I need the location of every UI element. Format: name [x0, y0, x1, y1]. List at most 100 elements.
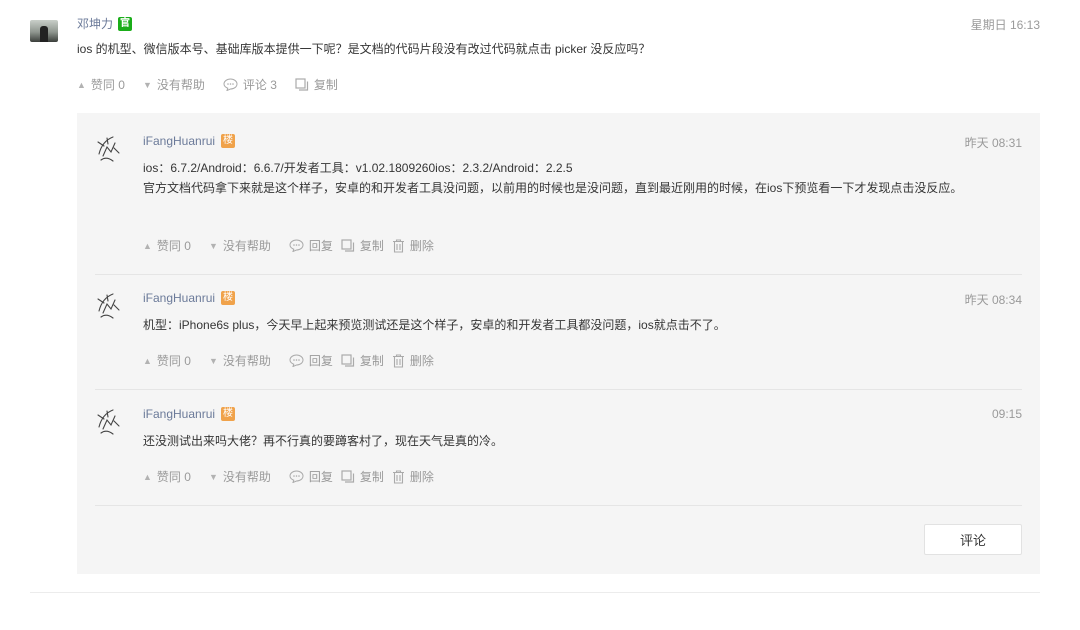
reply-content: 机型：iPhone6s plus，今天早上起来预览测试还是这个样子，安卓的和开发…: [143, 315, 1021, 335]
reply-time: 昨天 08:31: [964, 136, 1022, 150]
reply-content: ios：6.7.2/Android：6.6.7/开发者工具：v1.02.1809…: [143, 158, 1021, 198]
chat-bubble-icon: [289, 354, 304, 367]
copy-label: 复制: [359, 354, 384, 368]
next-post-avatar: [33, 624, 81, 630]
downvote-label: 没有帮助: [222, 239, 271, 253]
copy-icon: [341, 239, 355, 252]
copy-label: 复制: [359, 470, 384, 484]
downvote-button[interactable]: ▼ 没有帮助: [209, 468, 271, 485]
delete-button[interactable]: 删除: [392, 237, 434, 254]
reply-button[interactable]: 回复: [289, 352, 333, 369]
upvote-label: 赞同 0: [156, 239, 191, 253]
post-content: ios 的机型、微信版本号、基础库版本提供一下呢？是文档的代码片段没有改过代码就…: [77, 42, 651, 56]
post-actions: ▲ 赞同 0 ▼ 没有帮助 评论 3 复制: [77, 76, 356, 93]
reply-time: 昨天 08:34: [964, 293, 1022, 307]
triangle-down-icon: ▼: [208, 471, 218, 482]
comment-submit-button[interactable]: 评论: [924, 524, 1022, 555]
copy-icon: [341, 470, 355, 483]
reply-item: iFangHuanrui 楼 昨天 08:34 机型：iPhone6s plus…: [95, 291, 1022, 391]
delete-label: 删除: [409, 470, 434, 484]
copy-label: 复制: [359, 239, 384, 253]
reply-author-line: iFangHuanrui 楼: [143, 134, 236, 148]
reply-content-line: 官方文档代码拿下来就是这个样子，安卓的和开发者工具没问题，以前用的时候也是没问题…: [143, 181, 963, 195]
upvote-label: 赞同 0: [156, 470, 191, 484]
floor-owner-badge: 楼: [221, 134, 236, 148]
reply-label: 回复: [308, 239, 333, 253]
reply-content: 还没测试出来吗大佬？再不行真的要蹲客村了，现在天气是真的冷。: [143, 431, 1021, 451]
triangle-down-icon: ▼: [142, 79, 152, 90]
triangle-up-icon: ▲: [143, 240, 152, 251]
comment-toggle-button[interactable]: 评论 3: [223, 76, 277, 93]
upvote-button[interactable]: ▲ 赞同 0: [143, 468, 191, 485]
reply-divider: [95, 505, 1022, 506]
reply-actions: ▲ 赞同 0 ▼ 没有帮助 回复 复制 删除: [143, 468, 452, 485]
post-time: 星期日 16:13: [970, 18, 1040, 32]
upvote-label: 赞同 0: [156, 354, 191, 368]
chat-bubble-icon: [289, 239, 304, 252]
reply-actions: ▲ 赞同 0 ▼ 没有帮助 回复 复制 删除: [143, 352, 452, 369]
reply-time: 09:15: [991, 407, 1022, 421]
reply-content-line: 机型：iPhone6s plus，今天早上起来预览测试还是这个样子，安卓的和开发…: [143, 318, 726, 332]
post-author-line: 邓坤力 官: [77, 15, 133, 32]
chat-bubble-icon: [223, 78, 238, 91]
floor-owner-badge: 楼: [221, 407, 236, 421]
reply-label: 回复: [308, 470, 333, 484]
copy-icon: [295, 78, 309, 91]
post-card: 邓坤力 官 星期日 16:13 ios 的机型、微信版本号、基础库版本提供一下呢…: [0, 0, 1080, 630]
reply-author-name[interactable]: iFangHuanrui: [143, 407, 215, 421]
reply-avatar[interactable]: [95, 291, 123, 319]
copy-icon: [341, 354, 355, 367]
chat-bubble-icon: [289, 470, 304, 483]
reply-button[interactable]: 回复: [289, 468, 333, 485]
upvote-label: 赞同 0: [90, 78, 125, 92]
reply-content-line: ios：6.7.2/Android：6.6.7/开发者工具：v1.02.1809…: [143, 161, 573, 175]
reply-avatar[interactable]: [95, 407, 123, 435]
reply-author-name[interactable]: iFangHuanrui: [143, 291, 215, 305]
delete-button[interactable]: 删除: [392, 352, 434, 369]
downvote-label: 没有帮助: [222, 470, 271, 484]
copy-label: 复制: [313, 78, 338, 92]
copy-button[interactable]: 复制: [341, 237, 384, 254]
comment-panel: iFangHuanrui 楼 昨天 08:31 ios：6.7.2/Androi…: [77, 113, 1040, 574]
post-author-name[interactable]: 邓坤力: [77, 15, 113, 32]
triangle-down-icon: ▼: [208, 355, 218, 366]
reply-item: iFangHuanrui 楼 09:15 还没测试出来吗大佬？再不行真的要蹲客村…: [95, 407, 1022, 507]
reply-avatar[interactable]: [95, 134, 123, 162]
reply-divider: [95, 274, 1022, 275]
trash-icon: [392, 469, 405, 484]
triangle-up-icon: ▲: [143, 355, 152, 366]
reply-author-line: iFangHuanrui 楼: [143, 291, 236, 305]
reply-item: iFangHuanrui 楼 昨天 08:31 ios：6.7.2/Androi…: [95, 134, 1022, 275]
delete-label: 删除: [409, 354, 434, 368]
downvote-label: 没有帮助: [222, 354, 271, 368]
post-divider: [30, 592, 1040, 593]
trash-icon: [392, 353, 405, 368]
upvote-button[interactable]: ▲ 赞同 0: [77, 76, 125, 93]
downvote-label: 没有帮助: [156, 78, 205, 92]
copy-button[interactable]: 复制: [341, 468, 384, 485]
reply-divider: [95, 389, 1022, 390]
reply-actions: ▲ 赞同 0 ▼ 没有帮助 回复 复制 删除: [143, 237, 452, 254]
reply-button[interactable]: 回复: [289, 237, 333, 254]
triangle-down-icon: ▼: [208, 240, 218, 251]
copy-button[interactable]: 复制: [341, 352, 384, 369]
reply-content-line: 还没测试出来吗大佬？再不行真的要蹲客村了，现在天气是真的冷。: [143, 434, 504, 448]
downvote-button[interactable]: ▼ 没有帮助: [143, 76, 205, 93]
reply-author-name[interactable]: iFangHuanrui: [143, 134, 215, 148]
triangle-up-icon: ▲: [77, 79, 86, 90]
upvote-button[interactable]: ▲ 赞同 0: [143, 352, 191, 369]
copy-button[interactable]: 复制: [295, 76, 338, 93]
reply-author-line: iFangHuanrui 楼: [143, 407, 236, 421]
trash-icon: [392, 238, 405, 253]
comment-count-label: 评论 3: [242, 78, 277, 92]
triangle-up-icon: ▲: [143, 471, 152, 482]
downvote-button[interactable]: ▼ 没有帮助: [209, 237, 271, 254]
author-avatar[interactable]: [30, 20, 58, 42]
reply-label: 回复: [308, 354, 333, 368]
official-badge: 官: [118, 16, 133, 31]
downvote-button[interactable]: ▼ 没有帮助: [209, 352, 271, 369]
delete-button[interactable]: 删除: [392, 468, 434, 485]
delete-label: 删除: [409, 239, 434, 253]
upvote-button[interactable]: ▲ 赞同 0: [143, 237, 191, 254]
floor-owner-badge: 楼: [221, 291, 236, 305]
